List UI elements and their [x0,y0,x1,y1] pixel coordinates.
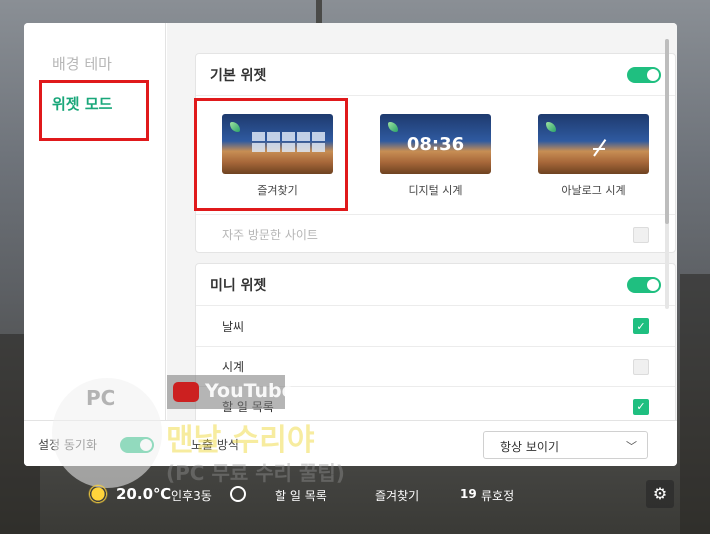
basic-widget-header: 기본 위젯 [196,54,675,96]
tower-spire [316,0,322,24]
weather-row: 날씨 ✓ [196,306,675,346]
digital-clock-thumbnail: 08:36 [380,114,491,174]
digital-clock-time: 08:36 [406,134,465,155]
widget-settings-dialog: 배경 테마 위젯 모드 기본 위젯 즐겨찾기 08:36 디지털 시계 아날로그… [24,23,677,466]
scrollbar-thumb[interactable] [665,39,669,224]
basic-widget-title: 기본 위젯 [210,67,267,84]
favorites-grid-icon [252,132,325,152]
favorites-thumbnail [222,114,333,174]
favorites-widget-option[interactable]: 즐겨찾기 [222,114,333,214]
leaf-logo-icon [388,122,398,132]
analog-clock-thumbnail [538,114,649,174]
bottom-widget-bar: 20.0℃ 인후3동 할 일 목록 즐겨찾기 19 류호정 [0,478,710,512]
favorites-link[interactable]: 즐겨찾기 [375,487,419,504]
mini-widget-header: 미니 위젯 [196,264,675,306]
calendar-event[interactable]: 류호정 [481,487,514,504]
basic-widget-card: 기본 위젯 즐겨찾기 08:36 디지털 시계 아날로그 시계 자주 방문한 사… [195,53,676,253]
leaf-logo-icon [546,122,556,132]
weather-label: 날씨 [222,319,245,334]
mini-widget-card: 미니 위젯 날씨 ✓ 시계 할 일 목록 ✓ [195,263,676,420]
chevron-down-icon: ﹀ [626,440,637,453]
expose-mode-select[interactable]: 항상 보이기 ﹀ [483,431,648,459]
settings-content: 기본 위젯 즐겨찾기 08:36 디지털 시계 아날로그 시계 자주 방문한 사… [167,23,677,420]
settings-gear-button[interactable]: ⚙ [646,480,674,508]
todo-checkbox[interactable]: ✓ [633,398,649,415]
expose-mode-label: 노출 방식 [191,438,239,452]
basic-widget-toggle[interactable] [627,66,661,83]
todo-row: 할 일 목록 ✓ [196,386,675,420]
frequent-sites-row: 자주 방문한 사이트 [196,214,675,254]
favorites-label: 즐겨찾기 [257,184,298,197]
frequent-sites-label: 자주 방문한 사이트 [222,228,318,242]
sun-icon [88,484,108,504]
weather-temperature[interactable]: 20.0℃ [116,485,171,503]
digital-clock-widget-option[interactable]: 08:36 디지털 시계 [380,114,491,214]
todo-link[interactable]: 할 일 목록 [275,487,327,504]
sidebar-item-widget-mode[interactable]: 위젯 모드 [52,93,112,114]
settings-footer: 설정 동기화 노출 방식 항상 보이기 ﹀ [24,420,677,466]
settings-sidebar: 배경 테마 위젯 모드 [24,23,166,466]
digital-clock-label: 디지털 시계 [408,184,463,197]
sync-settings-toggle[interactable] [120,437,154,453]
weather-location[interactable]: 인후3동 [171,487,212,504]
analog-clock-widget-option[interactable]: 아날로그 시계 [538,114,649,214]
calendar-date[interactable]: 19 [460,487,477,501]
leaf-logo-icon [230,122,240,132]
analog-clock-label: 아날로그 시계 [561,184,626,197]
sidebar-item-background-theme[interactable]: 배경 테마 [52,53,112,74]
mini-widget-toggle[interactable] [627,276,661,293]
gear-icon: ⚙ [652,484,668,503]
clock-label: 시계 [222,360,245,374]
widget-thumbnails: 즐겨찾기 08:36 디지털 시계 아날로그 시계 [196,96,675,214]
sync-settings-label: 설정 동기화 [38,438,98,452]
frequent-sites-checkbox[interactable] [633,226,649,243]
clock-row: 시계 [196,346,675,386]
weather-checkbox[interactable]: ✓ [633,318,649,334]
todo-label: 할 일 목록 [222,400,274,414]
compass-icon[interactable] [230,486,246,502]
mini-widget-title: 미니 위젯 [210,277,267,294]
clock-hand-icon [593,148,605,150]
clock-checkbox[interactable] [633,358,649,375]
expose-mode-value: 항상 보이기 [500,440,560,454]
